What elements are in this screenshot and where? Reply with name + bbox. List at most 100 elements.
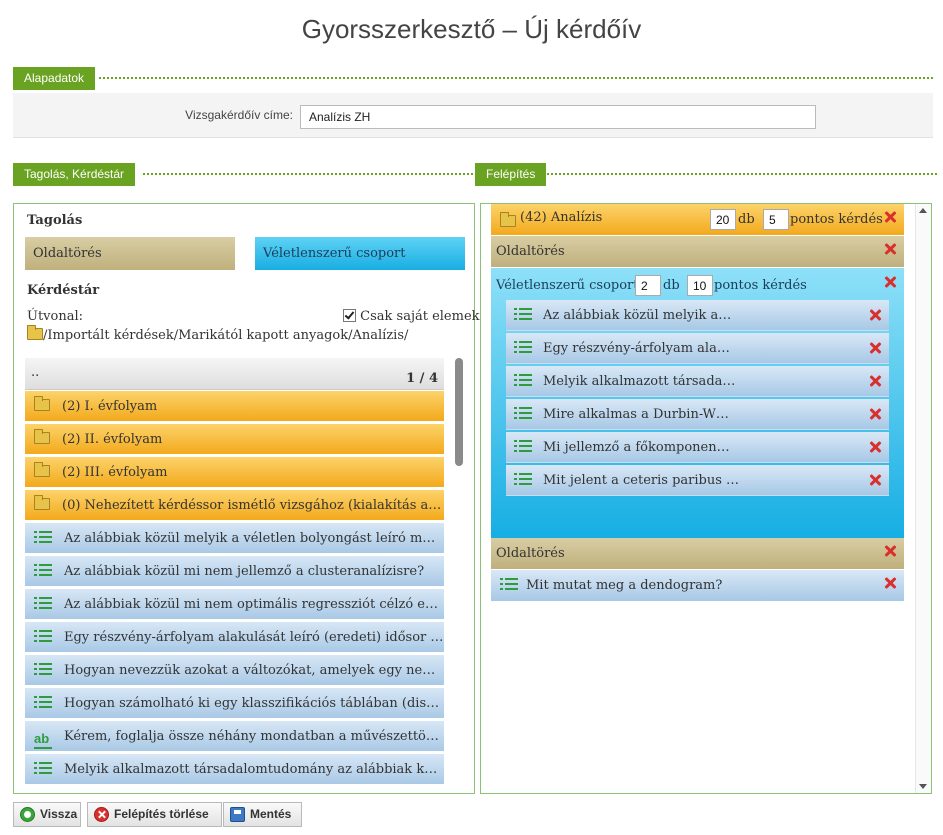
basics-row: Vizsgakérdőív címe: xyxy=(13,93,933,138)
delete-icon[interactable] xyxy=(868,341,882,355)
layout-scrollbar[interactable] xyxy=(915,204,931,793)
folder-icon xyxy=(27,325,43,340)
question-bank-list: .. 1 / 4 (2) I. évfolyam (2) II. évfolya… xyxy=(25,358,444,788)
list-header[interactable]: .. 1 / 4 xyxy=(25,358,444,390)
list-item[interactable]: (0) Nehezített kérdéssor ismétlő vizsgáh… xyxy=(25,490,444,521)
group-question[interactable]: Mire alkalmas a Durbin-W… xyxy=(506,399,889,430)
path-value[interactable]: /Importált kérdések/Marikától kapott any… xyxy=(43,328,408,343)
delete-icon[interactable] xyxy=(883,544,897,558)
list-item[interactable]: Melyik alkalmazott társadalomtudomány az… xyxy=(25,754,444,785)
structure-bank-panel: Tagolás Oldaltörés Véletlenszerű csoport… xyxy=(13,203,480,794)
list-item[interactable]: Az alábbiak közül mi nem jellemző a clus… xyxy=(25,556,444,587)
folder-icon xyxy=(34,495,50,510)
list-item[interactable]: (2) III. évfolyam xyxy=(25,457,444,488)
list-item[interactable]: (2) II. évfolyam xyxy=(25,424,444,455)
own-items-label: Csak saját elemek xyxy=(360,309,480,324)
delete-icon[interactable] xyxy=(883,210,897,224)
delete-icon[interactable] xyxy=(868,440,882,454)
folder-icon xyxy=(34,462,50,477)
own-items-toggle[interactable]: Csak saját elemek xyxy=(343,309,480,324)
layout-question[interactable]: Mit mutat meg a dendogram? xyxy=(491,570,904,601)
delete-icon[interactable] xyxy=(868,407,882,421)
section-tab-structure-bank: Tagolás, Kérdéstár xyxy=(13,163,136,186)
group-question[interactable]: Mi jellemző a főkomponen… xyxy=(506,432,889,463)
question-list-icon xyxy=(34,761,52,775)
question-list-icon xyxy=(34,530,52,544)
folder-block[interactable]: (42) Analízis db pontos kérdés xyxy=(491,204,904,235)
question-list-icon xyxy=(34,662,52,676)
folder-count-input[interactable] xyxy=(710,209,736,230)
delete-icon[interactable] xyxy=(883,242,897,256)
page-break-block[interactable]: Oldaltörés xyxy=(491,236,904,267)
random-points-label: pontos kérdés xyxy=(714,278,807,293)
group-question[interactable]: Egy részvény-árfolyam ala… xyxy=(506,333,889,364)
question-list-icon xyxy=(34,629,52,643)
group-question[interactable]: Melyik alkalmazott társada… xyxy=(506,366,889,397)
question-list-icon xyxy=(514,439,532,453)
own-items-checkbox[interactable] xyxy=(343,309,356,322)
list-item[interactable]: Hogyan nevezzük azokat a változókat, ame… xyxy=(25,655,444,686)
scrollbar-thumb[interactable] xyxy=(455,358,463,466)
random-count-input[interactable] xyxy=(635,275,661,296)
page-break-draggable[interactable]: Oldaltörés xyxy=(25,237,235,270)
group-question[interactable]: Mit jelent a ceteris paribus … xyxy=(506,465,889,496)
group-question[interactable]: Az alábbiak közül melyik a… xyxy=(506,300,889,331)
tagolas-heading: Tagolás xyxy=(27,213,83,228)
list-item[interactable]: ab Kérem, foglalja össze néhány mondatban… xyxy=(25,721,444,752)
question-list-icon xyxy=(34,695,52,709)
questionnaire-title-label: Vizsgakérdőív címe: xyxy=(185,108,293,122)
section-divider xyxy=(143,173,473,175)
folder-points-input[interactable] xyxy=(763,209,789,230)
questionnaire-title-input[interactable] xyxy=(300,105,816,129)
section-tab-layout: Felépítés xyxy=(475,163,547,186)
layout-panel: (42) Analízis db pontos kérdés Oldaltöré… xyxy=(480,203,932,794)
section-tab-basics: Alapadatok xyxy=(13,67,96,90)
scroll-down-icon[interactable] xyxy=(919,784,927,789)
check-icon xyxy=(344,309,355,320)
list-item[interactable]: Hogyan számolható ki egy klasszifikációs… xyxy=(25,688,444,719)
back-button[interactable]: Vissza xyxy=(13,802,81,827)
text-answer-icon: ab xyxy=(34,732,52,749)
folder-icon xyxy=(500,212,516,227)
list-item[interactable]: Az alábbiak közül melyik a véletlen boly… xyxy=(25,523,444,554)
list-item[interactable]: Az alábbiak közül mi nem optimális regre… xyxy=(25,589,444,620)
delete-structure-button[interactable]: Felépítés törlése xyxy=(87,802,222,827)
scroll-up-icon[interactable] xyxy=(919,208,927,213)
path-label: Útvonal: xyxy=(27,309,84,324)
breadcrumb: /Importált kérdések/Marikától kapott any… xyxy=(27,325,408,343)
delete-icon[interactable] xyxy=(883,576,897,590)
random-points-input[interactable] xyxy=(687,275,713,296)
list-scrollbar[interactable] xyxy=(453,356,465,788)
delete-icon[interactable] xyxy=(883,275,897,289)
page-break-label: Oldaltörés xyxy=(496,244,565,259)
page-break-label: Oldaltörés xyxy=(496,546,565,561)
floppy-disk-icon xyxy=(230,807,245,822)
section-divider xyxy=(99,77,933,79)
back-arrow-icon xyxy=(20,807,35,822)
folder-icon xyxy=(34,429,50,444)
question-list-icon xyxy=(514,340,532,354)
delete-icon[interactable] xyxy=(868,374,882,388)
question-list-icon xyxy=(514,472,532,486)
parent-folder-link[interactable]: .. xyxy=(31,365,39,380)
list-item[interactable]: (2) I. évfolyam xyxy=(25,391,444,422)
save-button[interactable]: Mentés xyxy=(223,802,302,827)
question-list-icon xyxy=(500,577,518,591)
question-list-icon xyxy=(514,307,532,321)
question-list-icon xyxy=(514,373,532,387)
question-list-icon xyxy=(34,596,52,610)
delete-icon[interactable] xyxy=(868,473,882,487)
list-item[interactable]: Egy részvény-árfolyam alakulását leíró (… xyxy=(25,622,444,653)
random-group-block[interactable]: Véletlenszerű csoport db pontos kérdés A… xyxy=(491,268,904,538)
section-divider xyxy=(547,173,937,175)
kerdestar-heading: Kérdéstár xyxy=(27,283,100,298)
delete-circle-icon xyxy=(94,807,109,822)
random-group-draggable[interactable]: Véletlenszerű csoport xyxy=(255,237,465,270)
delete-icon[interactable] xyxy=(868,308,882,322)
random-db-label: db xyxy=(663,278,680,293)
folder-icon xyxy=(34,396,50,411)
question-list-icon xyxy=(514,406,532,420)
page-break-block[interactable]: Oldaltörés xyxy=(491,538,904,569)
question-list-icon xyxy=(34,563,52,577)
page-title: Gyorsszerkesztő – Új kérdőív xyxy=(301,14,642,44)
